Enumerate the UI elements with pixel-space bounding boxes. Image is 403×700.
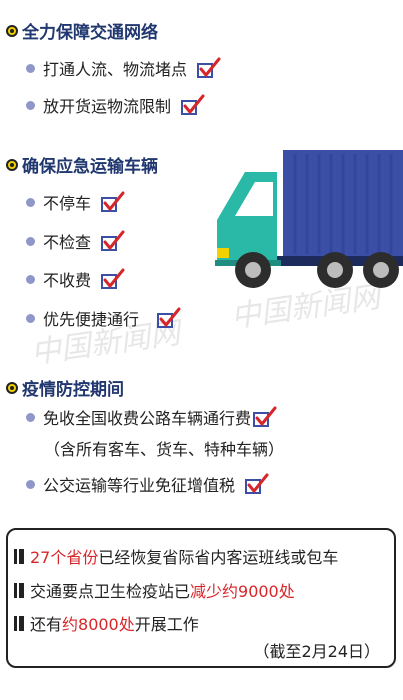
section-title-transport-network: 全力保障交通网络 [6, 18, 158, 43]
section-title-epidemic-period: 疫情防控期间 [6, 375, 124, 400]
list-item-text: 不检查 [43, 233, 92, 252]
list-item-text: 不收费 [43, 271, 92, 290]
list-item: 放开货运物流限制 [26, 93, 205, 117]
bar-marker-icon [14, 615, 24, 631]
list-item: 公交运输等行业免征增值税 [26, 472, 269, 496]
target-bullet-icon [6, 381, 18, 394]
check-box-icon [181, 94, 205, 115]
stat-text: 交通要点卫生检疫站已 [30, 582, 191, 601]
bullet-dot [26, 100, 35, 110]
list-item: 不检查 [26, 229, 125, 253]
list-item-text: 不停车 [43, 194, 92, 213]
check-box-icon [101, 268, 125, 289]
list-item: 免收全国收费公路车辆通行费 [26, 405, 277, 429]
check-box-icon [197, 57, 221, 78]
stats-box: 27个省份 已经恢复省际省内客运班线或包车 交通要点卫生检疫站已 减少约9000处 … [6, 528, 396, 668]
stat-line: 交通要点卫生检疫站已 减少约9000处 [14, 578, 295, 602]
target-bullet-icon [6, 158, 18, 171]
target-bullet-icon [6, 24, 18, 37]
stat-highlight: 约8000处 [62, 615, 135, 634]
section-title-emergency-vehicles: 确保应急运输车辆 [6, 152, 158, 177]
list-item-text: 免收全国收费公路车辆通行费 [43, 409, 252, 428]
section-title-text: 疫情防控期间 [22, 380, 124, 400]
stat-text: 已经恢复省际省内客运班线或包车 [98, 548, 339, 567]
stat-line: 还有 约8000处 开展工作 [14, 611, 199, 635]
stat-date: （截至2月24日） [253, 642, 380, 661]
list-item-subnote: （含所有客车、货车、特种车辆） [44, 440, 285, 459]
bullet-dot [26, 236, 35, 246]
stat-highlight: 27个省份 [30, 548, 99, 567]
list-item-text: 优先便捷通行 [43, 310, 140, 329]
section-title-text: 全力保障交通网络 [22, 23, 158, 43]
bar-marker-icon [14, 582, 24, 598]
stat-line: 27个省份 已经恢复省际省内客运班线或包车 [14, 544, 338, 568]
list-item: 打通人流、物流堵点 [26, 56, 221, 80]
list-item: 不停车 [26, 190, 125, 214]
stat-highlight: 减少约9000处 [190, 582, 295, 601]
check-box-icon [157, 307, 181, 328]
stat-text: 开展工作 [134, 615, 199, 634]
bullet-dot [26, 412, 35, 422]
bullet-dot [26, 274, 35, 284]
bullet-dot [26, 197, 35, 207]
bullet-dot [26, 479, 35, 489]
bullet-dot [26, 313, 35, 323]
section-title-text: 确保应急运输车辆 [22, 157, 158, 177]
list-item-text: 放开货运物流限制 [43, 97, 172, 116]
bullet-dot [26, 63, 35, 73]
check-box-icon [101, 230, 125, 251]
bar-marker-icon [14, 548, 24, 564]
list-item: 优先便捷通行 [26, 306, 181, 330]
check-box-icon [245, 473, 269, 494]
stat-text: 还有 [30, 615, 63, 634]
list-item-text: 打通人流、物流堵点 [43, 60, 188, 79]
list-item-text: 公交运输等行业免征增值税 [43, 476, 236, 495]
list-item: 不收费 [26, 267, 125, 291]
check-box-icon [253, 406, 277, 427]
check-box-icon [101, 191, 125, 212]
truck-icon [215, 150, 403, 288]
